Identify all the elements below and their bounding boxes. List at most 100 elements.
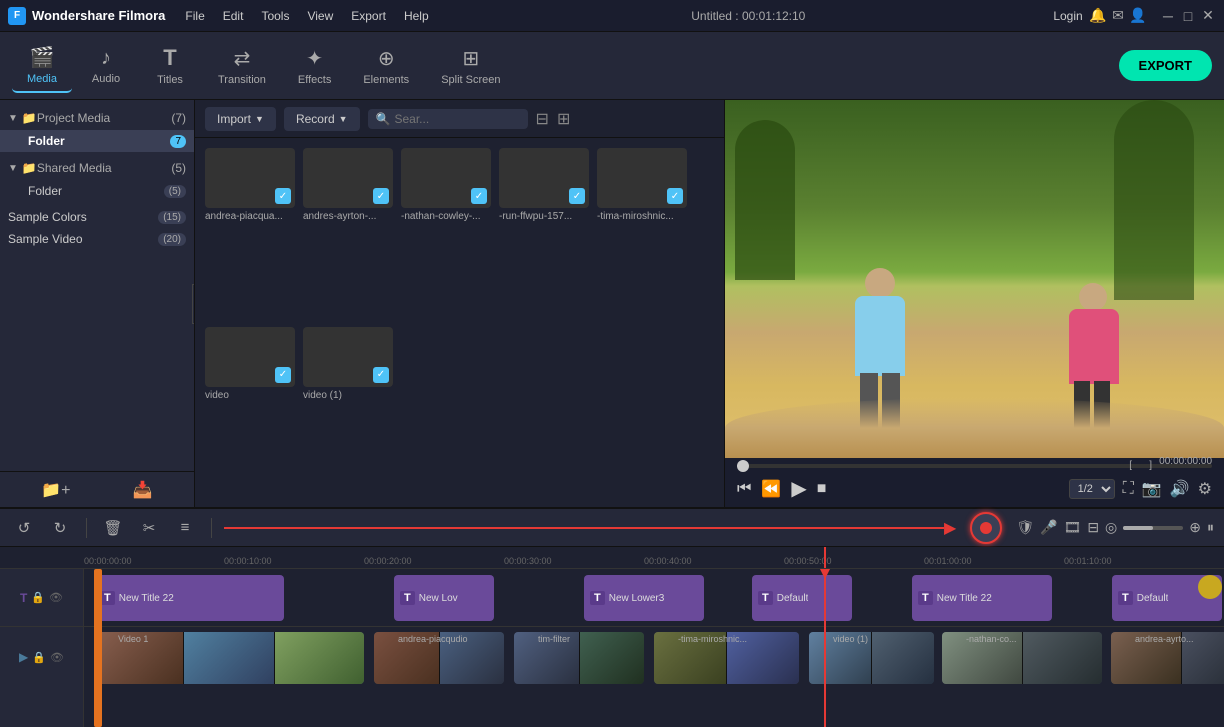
title-clip-icon-5: T	[1118, 591, 1133, 605]
folder-item[interactable]: Folder 7	[0, 130, 194, 152]
notification-icon[interactable]: 🔔	[1090, 8, 1106, 24]
delete-button[interactable]: 🗑	[99, 514, 127, 542]
title-clip-2[interactable]: T New Lower3	[584, 575, 704, 621]
settings-icon[interactable]: ⚙	[1198, 479, 1212, 499]
video-clip-5[interactable]: ▶ -nathan-co...	[942, 632, 1102, 684]
tab-transition[interactable]: ⇄ Transition	[204, 40, 280, 92]
tab-audio-label: Audio	[92, 73, 120, 85]
mic-icon[interactable]: 🎤	[1040, 519, 1057, 536]
message-icon[interactable]: ✉	[1110, 8, 1126, 24]
cut-button[interactable]: ✂	[135, 514, 163, 542]
video-clip-6[interactable]: ▶ andrea-ayrto...	[1111, 632, 1224, 684]
media-item-5[interactable]: ✓ video	[205, 327, 295, 498]
sample-video-item[interactable]: Sample Video (20)	[0, 228, 194, 250]
media-check-3: ✓	[569, 188, 585, 204]
progress-knob[interactable]	[737, 460, 749, 472]
circle-icon[interactable]: ◎	[1105, 519, 1117, 536]
video-clip-4[interactable]: ▶ video (1)	[809, 632, 934, 684]
minimize-button[interactable]: ─	[1160, 8, 1176, 24]
shield-icon[interactable]: 🛡	[1016, 519, 1034, 536]
export-button[interactable]: EXPORT	[1119, 50, 1212, 81]
video-settings-icon[interactable]: 🎞	[1064, 519, 1082, 536]
mark-out[interactable]: ]	[1149, 460, 1152, 471]
subtitles-icon[interactable]: ⊟	[1087, 519, 1099, 536]
snapshot-icon[interactable]: 📷	[1142, 479, 1162, 499]
title-clip-icon-2: T	[590, 591, 605, 605]
shared-media-header[interactable]: ▼ 📁 Shared Media (5)	[0, 156, 194, 180]
red-arrow-line	[224, 527, 944, 529]
tab-splitscreen[interactable]: ⊞ Split Screen	[427, 40, 514, 92]
record-dropdown-button[interactable]: Record ▼	[284, 107, 360, 131]
play-button[interactable]: ▶	[791, 476, 806, 501]
import-button[interactable]: 📥	[133, 480, 153, 500]
media-search-box[interactable]: 🔍	[368, 109, 528, 129]
media-item-1[interactable]: ✓ andres-ayrton-...	[303, 148, 393, 319]
progress-bar[interactable]: [ ] 00:00:00:00	[737, 464, 1212, 468]
media-item-3[interactable]: ✓ -run-ffwpu-157...	[499, 148, 589, 319]
title-track-lock-icon[interactable]: 🔒	[31, 591, 45, 604]
timeline-tracks: T 🔒 👁 ▶ 🔒 👁	[0, 569, 1224, 727]
video-track-lock-icon[interactable]: 🔒	[32, 651, 46, 664]
record-button[interactable]	[970, 512, 1002, 544]
media-item-0[interactable]: ✓ andrea-piacqua...	[205, 148, 295, 319]
title-clip-1[interactable]: T New Lov	[394, 575, 494, 621]
video-clip-3[interactable]: ▶ -tima-miroshnic...	[654, 632, 799, 684]
menu-edit[interactable]: Edit	[215, 7, 252, 25]
undo-button[interactable]: ↺	[10, 514, 38, 542]
redo-button[interactable]: ↻	[46, 514, 74, 542]
tab-splitscreen-label: Split Screen	[441, 74, 500, 86]
window-controls: Login 🔔 ✉ 👤 ─ □ ✕	[1060, 8, 1216, 24]
tab-audio[interactable]: ♪ Audio	[76, 41, 136, 91]
title-clip-4[interactable]: T New Title 22	[912, 575, 1052, 621]
mark-in[interactable]: [	[1129, 460, 1132, 471]
video-clip-2[interactable]: ▶ tim-filter	[514, 632, 644, 684]
import-dropdown-button[interactable]: Import ▼	[205, 107, 276, 131]
menu-export[interactable]: Export	[343, 7, 394, 25]
video-clip-0[interactable]: ▶ Video 1	[94, 632, 364, 684]
list-button[interactable]: ≡	[171, 514, 199, 542]
shared-folder-item[interactable]: Folder (5)	[0, 180, 194, 202]
media-item-6[interactable]: ✓ video (1)	[303, 327, 393, 498]
timeline-volume-slider[interactable]	[1123, 526, 1183, 530]
tab-elements[interactable]: ⊕ Elements	[349, 40, 423, 92]
volume-icon[interactable]: 🔊	[1170, 479, 1190, 499]
playback-speed-select[interactable]: 1/2	[1069, 479, 1115, 499]
video-track-eye-icon[interactable]: 👁	[50, 651, 64, 664]
video-clip-1[interactable]: ▶ andrea-piacqudio	[374, 632, 504, 684]
menu-tools[interactable]: Tools	[253, 7, 297, 25]
project-media-header[interactable]: ▼ 📁 Project Media (7)	[0, 106, 194, 130]
pause-all-icon[interactable]: ⏸	[1207, 519, 1214, 536]
add-track-icon[interactable]: ⊕	[1189, 519, 1201, 536]
filter-icon[interactable]: ⊟	[536, 109, 549, 129]
add-folder-button[interactable]: 📁+	[41, 480, 70, 500]
project-media-label: Project Media	[37, 111, 171, 125]
title-track-eye-icon[interactable]: 👁	[49, 591, 63, 604]
step-back-button[interactable]: ⏮	[737, 480, 751, 498]
arrow-area: ▶	[224, 518, 956, 538]
menu-file[interactable]: File	[177, 7, 212, 25]
media-item-4[interactable]: ✓ -tima-miroshnic...	[597, 148, 687, 319]
stop-button[interactable]: ■	[817, 480, 827, 498]
tab-effects[interactable]: ✦ Effects	[284, 40, 345, 92]
menu-view[interactable]: View	[299, 7, 341, 25]
title-clip-0[interactable]: T New Title 22	[94, 575, 284, 621]
control-row: ⏮ ⏪ ▶ ■ 1/2 ⛶ 📷 🔊 ⚙	[737, 476, 1212, 501]
title-clip-3[interactable]: T Default	[752, 575, 852, 621]
media-search-input[interactable]	[395, 112, 520, 126]
menu-help[interactable]: Help	[396, 7, 437, 25]
playhead[interactable]	[824, 569, 826, 727]
tab-titles[interactable]: T Titles	[140, 39, 200, 92]
maximize-button[interactable]: □	[1180, 8, 1196, 24]
tab-media[interactable]: 🎬 Media	[12, 39, 72, 93]
login-button[interactable]: Login	[1060, 8, 1076, 24]
body-left	[855, 296, 905, 376]
playback-controls: ⏮ ⏪ ▶ ■	[737, 476, 826, 501]
media-item-2[interactable]: ✓ -nathan-cowley-...	[401, 148, 491, 319]
sample-colors-item[interactable]: Sample Colors (15)	[0, 206, 194, 228]
close-button[interactable]: ✕	[1200, 8, 1216, 24]
collapse-panel-button[interactable]: ◀	[192, 284, 195, 324]
account-icon[interactable]: 👤	[1130, 8, 1146, 24]
fullscreen-icon[interactable]: ⛶	[1123, 480, 1134, 498]
grid-view-icon[interactable]: ⊞	[557, 109, 570, 129]
frame-back-button[interactable]: ⏪	[761, 479, 781, 499]
